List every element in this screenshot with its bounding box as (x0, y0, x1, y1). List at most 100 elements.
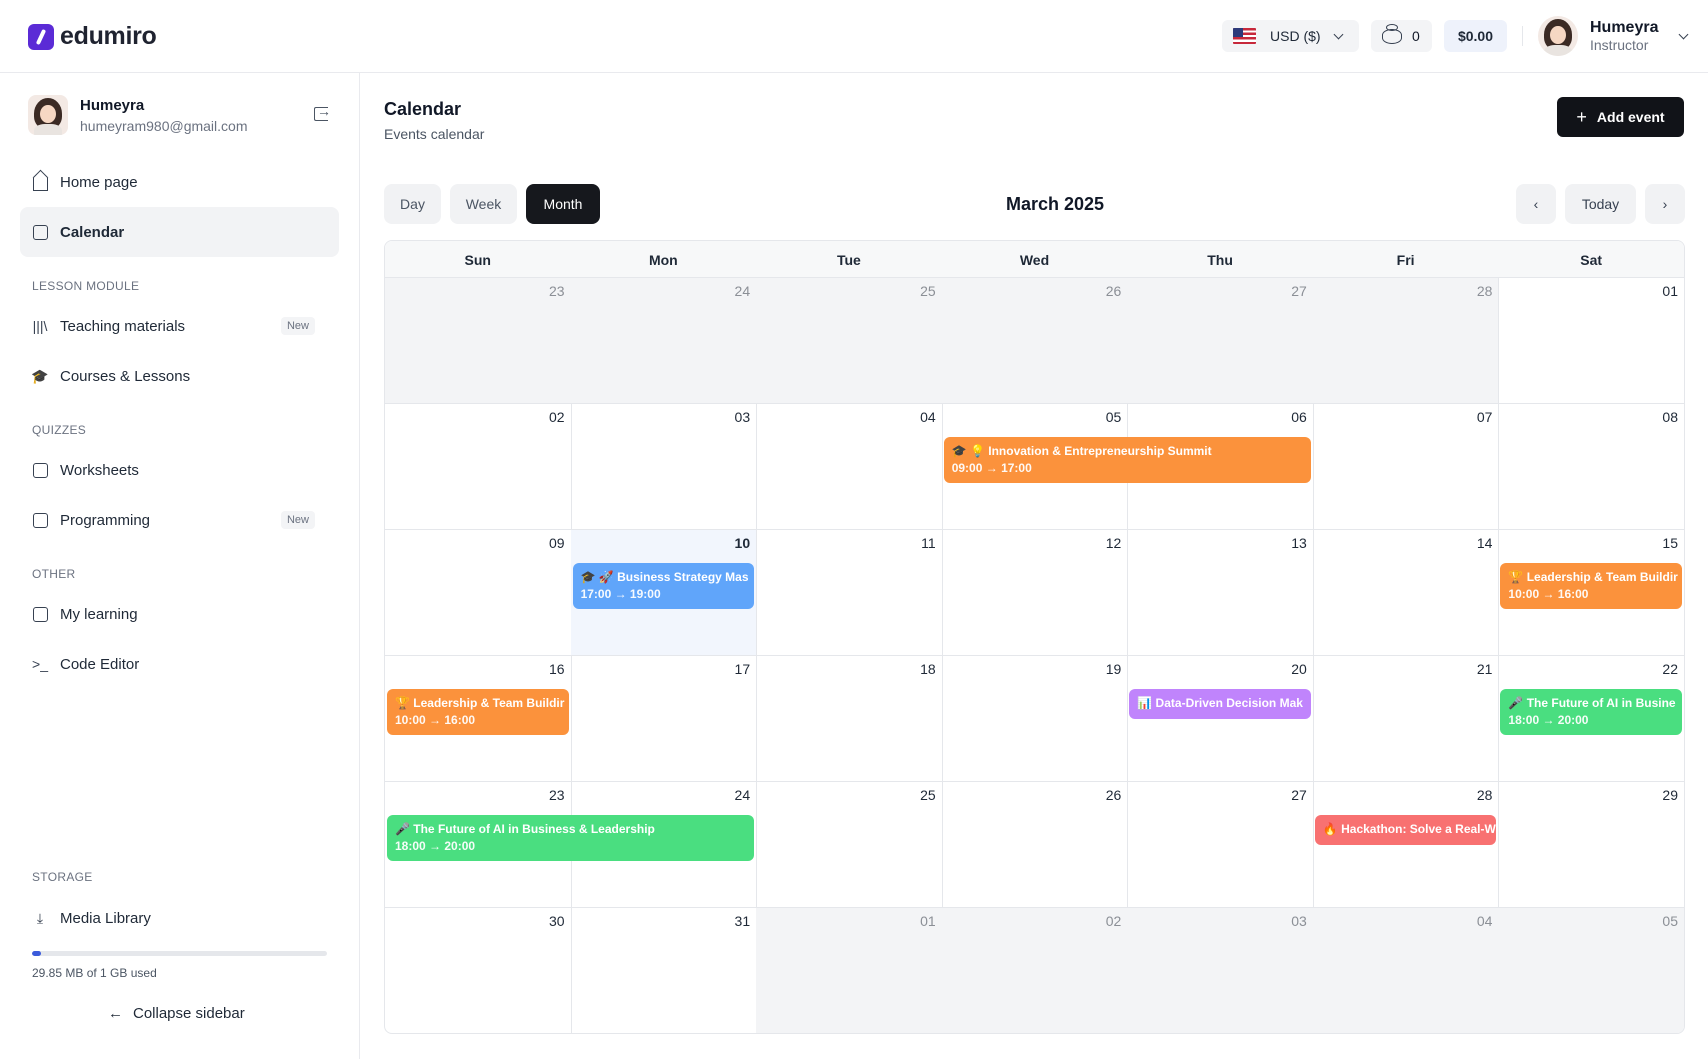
divider (1522, 26, 1523, 46)
day-number: 18 (920, 661, 936, 677)
day-cell[interactable]: 18 (756, 656, 943, 782)
day-cell[interactable]: 25 (756, 278, 943, 404)
calendar-event[interactable]: 🎤 The Future of AI in Business & Leaders… (387, 815, 755, 861)
day-cell[interactable]: 21 (1312, 656, 1500, 782)
day-cell[interactable]: 30 (385, 908, 572, 1033)
user-role: Instructor (1590, 37, 1649, 53)
sidebar-item-calendar[interactable]: Calendar (20, 207, 339, 257)
calendar-event[interactable]: 🏆 Leadership & Team Buildir 10:00 → 16:00 (387, 689, 569, 735)
weekday-sat: Sat (1580, 251, 1603, 268)
day-cell[interactable]: 27 (1127, 782, 1314, 908)
sidebar-item-label: Teaching materials (60, 317, 186, 335)
day-cell[interactable]: 05 (1498, 908, 1684, 1033)
view-week-button[interactable]: Week (450, 184, 517, 224)
logout-icon[interactable] (314, 103, 331, 121)
notebook-icon (32, 606, 48, 622)
sidebar-item-teaching-materials[interactable]: |||\ Teaching materials New (20, 301, 339, 351)
calendar-event[interactable]: 📊 Data-Driven Decision Mak (1129, 689, 1311, 719)
day-cell[interactable]: 07 (1312, 404, 1500, 530)
day-cell[interactable]: 28 (1312, 782, 1500, 908)
balance-button[interactable]: $0.00 (1444, 20, 1507, 52)
day-number: 24 (734, 283, 751, 299)
event-title: 🎤 The Future of AI in Busine (1508, 696, 1676, 710)
event-time: 10:00 → 16:00 (395, 713, 476, 727)
user-menu[interactable]: Humeyra Instructor (1538, 16, 1689, 56)
calendar-event[interactable]: 🎓 💡 Innovation & Entrepreneurship Summit… (943, 437, 1311, 483)
page-subtitle: Events calendar (384, 126, 485, 142)
sidebar-item-media-library[interactable]: ⤓ Media Library (20, 893, 339, 943)
day-number: 02 (1105, 913, 1122, 929)
day-cell[interactable]: 19 (941, 656, 1129, 782)
section-label-other: OTHER (32, 567, 76, 581)
currency-selector[interactable]: USD ($) (1222, 20, 1359, 52)
day-cell[interactable]: 26 (941, 278, 1129, 404)
day-cell[interactable]: 08 (1498, 404, 1684, 530)
day-cell[interactable]: 03 (1127, 908, 1314, 1033)
day-number: 25 (920, 787, 936, 803)
day-cell[interactable]: 27 (1127, 278, 1314, 404)
day-number: 03 (1291, 913, 1307, 929)
day-cell[interactable]: 09 (385, 530, 572, 656)
sidebar-item-my-learning[interactable]: My learning (20, 589, 339, 639)
day-cell[interactable]: 25 (756, 782, 943, 908)
sidebar-item-programming[interactable]: Programming New (20, 495, 339, 545)
view-day-button[interactable]: Day (384, 184, 441, 224)
new-badge: New (280, 317, 315, 335)
event-title: 🎤 The Future of AI in Business & Leaders… (395, 822, 655, 836)
weekday-mon: Mon (648, 251, 678, 268)
event-title: 🎓 💡 Innovation & Entrepreneurship Summit (951, 444, 1212, 458)
day-number: 20 (1291, 661, 1307, 677)
day-cell[interactable]: 13 (1127, 530, 1314, 656)
day-cell[interactable]: 04 (756, 404, 943, 530)
day-cell[interactable]: 04 (1312, 908, 1500, 1033)
day-cell[interactable]: 31 (571, 908, 758, 1033)
collapse-sidebar-label: Collapse sidebar (133, 1005, 245, 1022)
graduation-cap-icon: 🎓 (31, 367, 49, 384)
day-cell[interactable]: 03 (570, 404, 758, 530)
add-event-label: Add event (1596, 109, 1665, 125)
day-number: 09 (548, 535, 565, 551)
day-cell[interactable]: 01 (756, 908, 943, 1033)
today-button[interactable]: Today (1565, 184, 1636, 224)
calendar-event[interactable]: 🎓 🚀 Business Strategy Mas 17:00 → 19:00 (572, 563, 755, 609)
sidebar-item-worksheets[interactable]: Worksheets (20, 445, 339, 495)
event-title: 🔥 Hackathon: Solve a Real-W (1322, 822, 1496, 836)
sidebar-item-courses[interactable]: 🎓 Courses & Lessons (20, 351, 339, 401)
day-cell[interactable]: 02 (941, 908, 1129, 1033)
chevron-down-icon (1679, 29, 1689, 39)
collapse-sidebar-button[interactable]: ← Collapse sidebar (108, 1005, 245, 1022)
day-cell[interactable]: 02 (385, 404, 572, 530)
day-cell[interactable]: 26 (941, 782, 1129, 908)
add-event-button[interactable]: + Add event (1557, 97, 1684, 137)
sidebar-item-code-editor[interactable]: >_ Code Editor (20, 639, 339, 689)
day-number: 01 (1662, 283, 1678, 299)
day-cell[interactable]: 01 (1498, 278, 1684, 404)
day-cell[interactable]: 24 (570, 278, 758, 404)
day-number: 27 (1291, 787, 1307, 803)
calendar-icon (32, 224, 48, 240)
sidebar-user-name: Humeyra (80, 97, 145, 114)
day-cell[interactable]: 11 (756, 530, 943, 656)
next-month-button[interactable]: › (1645, 184, 1685, 224)
calendar-event[interactable]: 🎤 The Future of AI in Busine 18:00 → 20:0… (1500, 689, 1682, 735)
calendar-event[interactable]: 🏆 Leadership & Team Buildir 10:00 → 16:00 (1500, 563, 1682, 609)
day-number: 15 (1662, 535, 1678, 551)
day-cell[interactable]: 29 (1498, 782, 1684, 908)
day-cell[interactable]: 12 (941, 530, 1129, 656)
day-cell[interactable]: 20 (1127, 656, 1314, 782)
brand-logo[interactable]: edumiro (28, 22, 157, 51)
storage-usage-text: 29.85 MB of 1 GB used (32, 966, 157, 980)
prev-month-button[interactable]: ‹ (1516, 184, 1556, 224)
calendar-event[interactable]: 🔥 Hackathon: Solve a Real-W (1314, 815, 1497, 845)
day-cell[interactable]: 17 (570, 656, 758, 782)
event-time: 18:00 → 20:00 (1508, 713, 1589, 727)
view-month-button[interactable]: Month (526, 184, 600, 224)
sidebar-item-home[interactable]: Home page (20, 157, 339, 207)
day-cell[interactable]: 28 (1312, 278, 1500, 404)
plus-icon: + (1576, 107, 1587, 127)
coins-button[interactable]: 0 (1371, 20, 1432, 52)
day-cell[interactable]: 14 (1312, 530, 1500, 656)
server-icon (32, 512, 48, 528)
day-cell[interactable]: 23 (385, 278, 572, 404)
day-number: 29 (1662, 787, 1678, 803)
